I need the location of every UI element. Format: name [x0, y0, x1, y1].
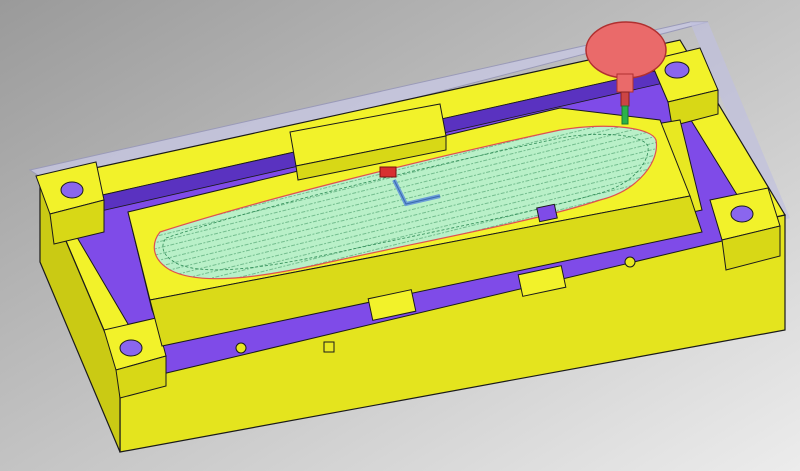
mold-scene: [0, 0, 800, 471]
locator-pad: [536, 203, 558, 223]
tool-tip: [621, 105, 629, 125]
tool-spindle: [616, 73, 634, 93]
tool-collet: [620, 91, 630, 107]
cad-3d-viewport[interactable]: [0, 0, 800, 471]
bolt-hole: [119, 339, 143, 357]
screw-hole: [235, 342, 247, 354]
bolt-hole: [664, 61, 690, 79]
tool-holder: [585, 21, 667, 79]
red-marker: [379, 166, 397, 178]
screw-hole: [624, 256, 636, 268]
bolt-hole: [60, 181, 84, 199]
ejector-hole: [323, 341, 335, 353]
bolt-hole: [730, 205, 754, 223]
